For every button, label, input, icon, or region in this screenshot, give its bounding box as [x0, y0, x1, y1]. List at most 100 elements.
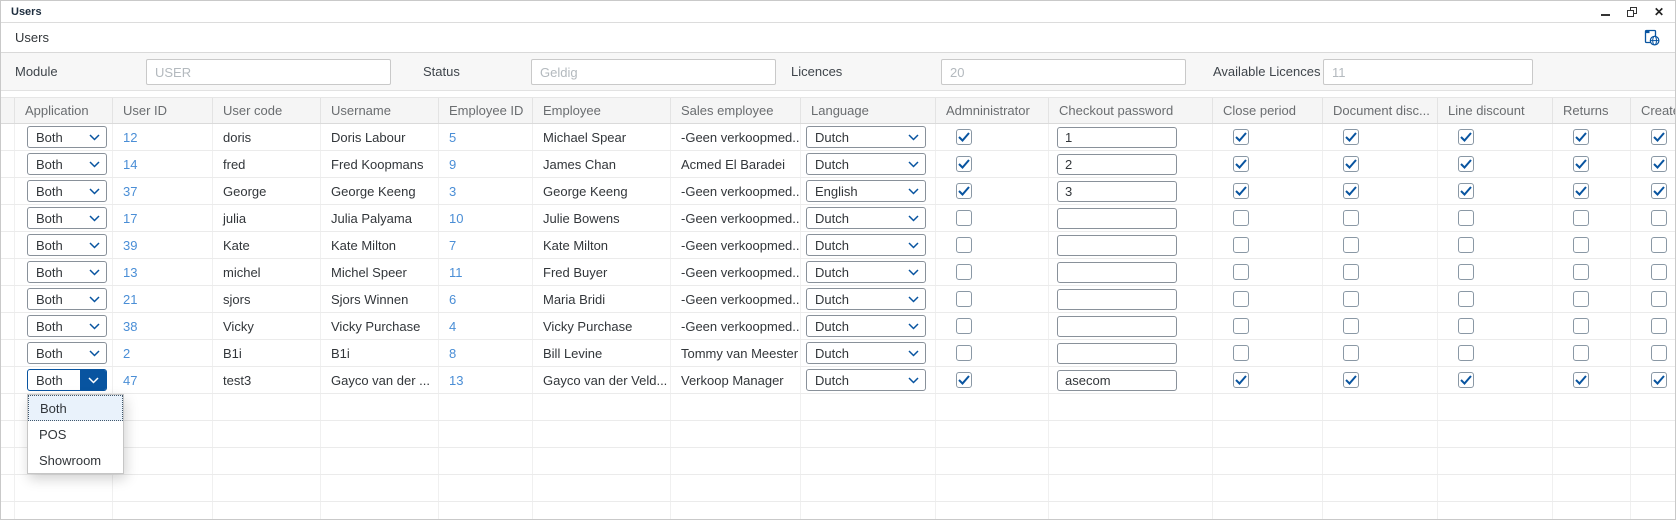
close-period-checkbox[interactable] [1233, 237, 1249, 253]
document-discount-checkbox[interactable] [1343, 372, 1359, 388]
column-header-admninistrator[interactable]: Admninistrator [936, 98, 1049, 123]
status-input[interactable] [531, 59, 776, 85]
document-discount-checkbox[interactable] [1343, 291, 1359, 307]
language-select[interactable]: Dutch [806, 207, 926, 229]
column-header-application[interactable]: Application [15, 98, 113, 123]
close-icon[interactable]: ✕ [1653, 6, 1665, 18]
available-licences-input[interactable] [1323, 59, 1533, 85]
user-id-link[interactable]: 14 [123, 157, 137, 172]
employee-id-link[interactable]: 13 [449, 373, 463, 388]
employee-id-link[interactable]: 10 [449, 211, 463, 226]
restore-icon[interactable] [1626, 6, 1638, 18]
document-discount-checkbox[interactable] [1343, 318, 1359, 334]
line-discount-checkbox[interactable] [1458, 372, 1474, 388]
administrator-checkbox[interactable] [956, 156, 972, 172]
checkout-password-input[interactable] [1057, 289, 1177, 310]
user-id-link[interactable]: 37 [123, 184, 137, 199]
administrator-checkbox[interactable] [956, 183, 972, 199]
employee-id-link[interactable]: 6 [449, 292, 456, 307]
line-discount-checkbox[interactable] [1458, 156, 1474, 172]
user-id-link[interactable]: 13 [123, 265, 137, 280]
checkout-password-input[interactable] [1057, 235, 1177, 256]
employee-id-link[interactable]: 5 [449, 130, 456, 145]
create-checkbox[interactable] [1651, 183, 1667, 199]
document-discount-checkbox[interactable] [1343, 183, 1359, 199]
language-select[interactable]: Dutch [806, 234, 926, 256]
application-select[interactable]: Both [27, 234, 107, 256]
language-select[interactable]: Dutch [806, 369, 926, 391]
application-select[interactable]: Both [27, 369, 107, 391]
employee-id-link[interactable]: 7 [449, 238, 456, 253]
user-id-link[interactable]: 2 [123, 346, 130, 361]
column-header-close-period[interactable]: Close period [1213, 98, 1323, 123]
employee-id-link[interactable]: 3 [449, 184, 456, 199]
column-header-username[interactable]: Username [321, 98, 439, 123]
application-select[interactable]: Both [27, 261, 107, 283]
returns-checkbox[interactable] [1573, 372, 1589, 388]
user-id-link[interactable]: 21 [123, 292, 137, 307]
administrator-checkbox[interactable] [956, 129, 972, 145]
column-header-language[interactable]: Language [801, 98, 936, 123]
column-header-returns[interactable]: Returns [1553, 98, 1631, 123]
document-discount-checkbox[interactable] [1343, 237, 1359, 253]
line-discount-checkbox[interactable] [1458, 264, 1474, 280]
column-header-employee[interactable]: Employee [533, 98, 671, 123]
administrator-checkbox[interactable] [956, 237, 972, 253]
checkout-password-input[interactable] [1057, 181, 1177, 202]
administrator-checkbox[interactable] [956, 291, 972, 307]
create-checkbox[interactable] [1651, 237, 1667, 253]
document-discount-checkbox[interactable] [1343, 264, 1359, 280]
language-select[interactable]: Dutch [806, 342, 926, 364]
line-discount-checkbox[interactable] [1458, 318, 1474, 334]
close-period-checkbox[interactable] [1233, 210, 1249, 226]
user-id-link[interactable]: 38 [123, 319, 137, 334]
create-checkbox[interactable] [1651, 372, 1667, 388]
application-select[interactable]: Both [27, 126, 107, 148]
create-checkbox[interactable] [1651, 129, 1667, 145]
returns-checkbox[interactable] [1573, 345, 1589, 361]
checkout-password-input[interactable] [1057, 208, 1177, 229]
create-checkbox[interactable] [1651, 264, 1667, 280]
document-discount-checkbox[interactable] [1343, 129, 1359, 145]
column-header-checkout-password[interactable]: Checkout password [1049, 98, 1213, 123]
user-id-link[interactable]: 17 [123, 211, 137, 226]
module-input[interactable] [146, 59, 391, 85]
language-select[interactable]: Dutch [806, 153, 926, 175]
employee-id-link[interactable]: 8 [449, 346, 456, 361]
returns-checkbox[interactable] [1573, 291, 1589, 307]
column-header-user-id[interactable]: User ID [113, 98, 213, 123]
returns-checkbox[interactable] [1573, 264, 1589, 280]
language-select[interactable]: Dutch [806, 126, 926, 148]
line-discount-checkbox[interactable] [1458, 345, 1474, 361]
column-header-user-code[interactable]: User code [213, 98, 321, 123]
user-id-link[interactable]: 39 [123, 238, 137, 253]
returns-checkbox[interactable] [1573, 237, 1589, 253]
checkout-password-input[interactable] [1057, 127, 1177, 148]
checkout-password-input[interactable] [1057, 262, 1177, 283]
returns-checkbox[interactable] [1573, 210, 1589, 226]
application-select[interactable]: Both [27, 288, 107, 310]
licences-input[interactable] [941, 59, 1186, 85]
application-select[interactable]: Both [27, 180, 107, 202]
administrator-checkbox[interactable] [956, 372, 972, 388]
close-period-checkbox[interactable] [1233, 183, 1249, 199]
user-id-link[interactable]: 47 [123, 373, 137, 388]
dropdown-option-pos[interactable]: POS [28, 421, 123, 447]
column-header-create[interactable]: Create [1631, 98, 1676, 123]
line-discount-checkbox[interactable] [1458, 129, 1474, 145]
column-header-line-discount[interactable]: Line discount [1438, 98, 1553, 123]
close-period-checkbox[interactable] [1233, 156, 1249, 172]
translate-page-icon[interactable] [1642, 28, 1661, 47]
line-discount-checkbox[interactable] [1458, 291, 1474, 307]
administrator-checkbox[interactable] [956, 264, 972, 280]
create-checkbox[interactable] [1651, 291, 1667, 307]
document-discount-checkbox[interactable] [1343, 210, 1359, 226]
administrator-checkbox[interactable] [956, 318, 972, 334]
minimize-icon[interactable] [1599, 6, 1611, 18]
user-id-link[interactable]: 12 [123, 130, 137, 145]
returns-checkbox[interactable] [1573, 129, 1589, 145]
close-period-checkbox[interactable] [1233, 291, 1249, 307]
application-select[interactable]: Both [27, 207, 107, 229]
language-select[interactable]: Dutch [806, 315, 926, 337]
administrator-checkbox[interactable] [956, 210, 972, 226]
